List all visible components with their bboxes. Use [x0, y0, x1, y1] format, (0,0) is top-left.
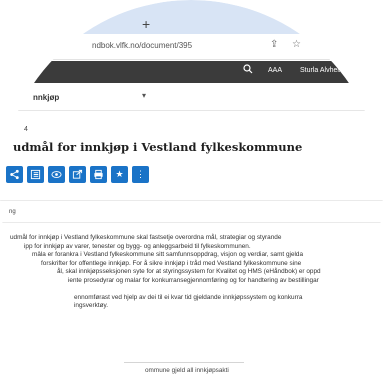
paragraph: udmål for innkjøp i Vestland fylkeskommu… [10, 234, 378, 286]
sub-navigation: nnkjøp ▾ [0, 83, 383, 111]
chevron-down-icon[interactable]: ▾ [142, 91, 146, 100]
share-icon[interactable]: ⇪ [270, 39, 278, 50]
divider [0, 200, 383, 201]
share-icon[interactable] [6, 166, 23, 183]
text-line: mâla er forankra i Vestland fylkeskommun… [32, 251, 304, 259]
text-line: iente prosedyrar og malar for konkurrans… [68, 276, 319, 284]
print-icon[interactable] [90, 166, 107, 183]
document-toolbar: ★ ⋮ [6, 166, 149, 184]
star-icon[interactable]: ☆ [292, 39, 301, 50]
footer-text: ommune gjeld all innkjøpsakti [145, 367, 229, 374]
page-title: udmål for innkjøp i Vestland fylkeskommu… [13, 140, 303, 154]
screen: + ndbok.vlfk.no/document/395 ⇪ ☆ AAA Stu… [0, 0, 383, 384]
document-body: udmål for innkjøp i Vestland fylkeskommu… [10, 234, 378, 319]
export-icon[interactable] [69, 166, 86, 183]
view-icon[interactable] [48, 166, 65, 183]
breadcrumb[interactable]: 4 [24, 126, 28, 133]
url-text[interactable]: ndbok.vlfk.no/document/395 [92, 41, 192, 50]
search-icon[interactable] [243, 64, 253, 77]
paragraph: ennomførast ved hjelp av dei til ei kvar… [10, 294, 378, 311]
divider [0, 222, 383, 223]
text-size-button[interactable]: AAA [268, 67, 282, 74]
text-line: ingsverktøy. [74, 302, 108, 310]
site-header: AAA Sturla Alvheim [0, 61, 383, 83]
divider [124, 362, 244, 363]
text-line: ennomførast ved hjelp av dei til ei kvar… [74, 293, 303, 301]
address-bar[interactable]: ndbok.vlfk.no/document/395 ⇪ ☆ [0, 34, 383, 60]
subnav-item-innkjop[interactable]: nnkjøp [33, 93, 59, 102]
text-line: ål, skal innkjøpsseksjonen syte for at s… [57, 268, 321, 276]
star-icon[interactable]: ★ [111, 166, 128, 183]
more-icon[interactable]: ⋮ [132, 166, 149, 183]
text-line: ipp for innkjøp av varer, tenester og by… [24, 242, 251, 250]
browser-tab-strip: + [0, 0, 383, 34]
user-name[interactable]: Sturla Alvheim [300, 67, 345, 74]
plus-icon[interactable]: + [142, 16, 150, 32]
list-icon[interactable] [27, 166, 44, 183]
text-line: udmål for innkjøp i Vestland fylkeskommu… [10, 234, 282, 241]
section-heading: ng [9, 209, 16, 215]
